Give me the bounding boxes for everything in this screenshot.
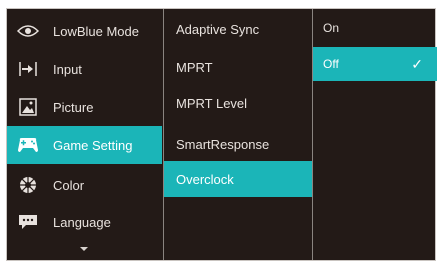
osd-menu: LowBlue Mode Input Picture Game Setting … <box>6 8 437 261</box>
submenu-item-smartresponse[interactable]: SmartResponse <box>164 126 312 162</box>
submenu-item-mprt-level[interactable]: MPRT Level <box>164 85 312 121</box>
input-arrow-icon <box>17 60 39 78</box>
main-menu: LowBlue Mode Input Picture Game Setting … <box>7 9 162 260</box>
menu-item-label: Game Setting <box>53 137 133 153</box>
menu-item-label: Input <box>53 61 82 77</box>
menu-item-label: LowBlue Mode <box>53 23 139 39</box>
gamepad-icon <box>17 136 39 154</box>
scroll-down-icon[interactable] <box>80 247 88 251</box>
submenu-item-adaptive-sync[interactable]: Adaptive Sync <box>164 11 312 47</box>
menu-item-language[interactable]: Language <box>7 203 162 241</box>
submenu-item-overclock[interactable]: Overclock <box>164 161 312 197</box>
submenu-item-mprt[interactable]: MPRT <box>164 49 312 85</box>
submenu-item-label: MPRT Level <box>176 95 248 111</box>
menu-item-label: Color <box>53 177 85 193</box>
submenu: Adaptive Sync MPRT MPRT Level SmartRespo… <box>163 9 312 260</box>
eye-icon <box>17 22 39 40</box>
options: On Off ✓ <box>312 9 437 260</box>
menu-item-input[interactable]: Input <box>7 50 162 88</box>
picture-icon <box>17 98 39 116</box>
submenu-item-label: Adaptive Sync <box>176 21 260 37</box>
menu-item-lowblue[interactable]: LowBlue Mode <box>7 12 162 50</box>
submenu-item-label: SmartResponse <box>176 136 270 152</box>
option-label: Off <box>323 57 339 71</box>
menu-item-game-setting[interactable]: Game Setting <box>7 126 162 164</box>
menu-item-label: Language <box>53 214 111 230</box>
color-wheel-icon <box>17 176 39 194</box>
option-off[interactable]: Off ✓ <box>313 47 437 81</box>
option-label: On <box>323 21 340 35</box>
menu-item-label: Picture <box>53 99 94 115</box>
submenu-item-label: Overclock <box>176 171 234 187</box>
menu-item-color[interactable]: Color <box>7 166 162 204</box>
checkmark-icon: ✓ <box>411 55 423 72</box>
menu-item-picture[interactable]: Picture <box>7 88 162 126</box>
submenu-item-label: MPRT <box>176 59 213 75</box>
speech-bubble-icon <box>17 213 39 231</box>
option-on[interactable]: On <box>313 11 437 45</box>
